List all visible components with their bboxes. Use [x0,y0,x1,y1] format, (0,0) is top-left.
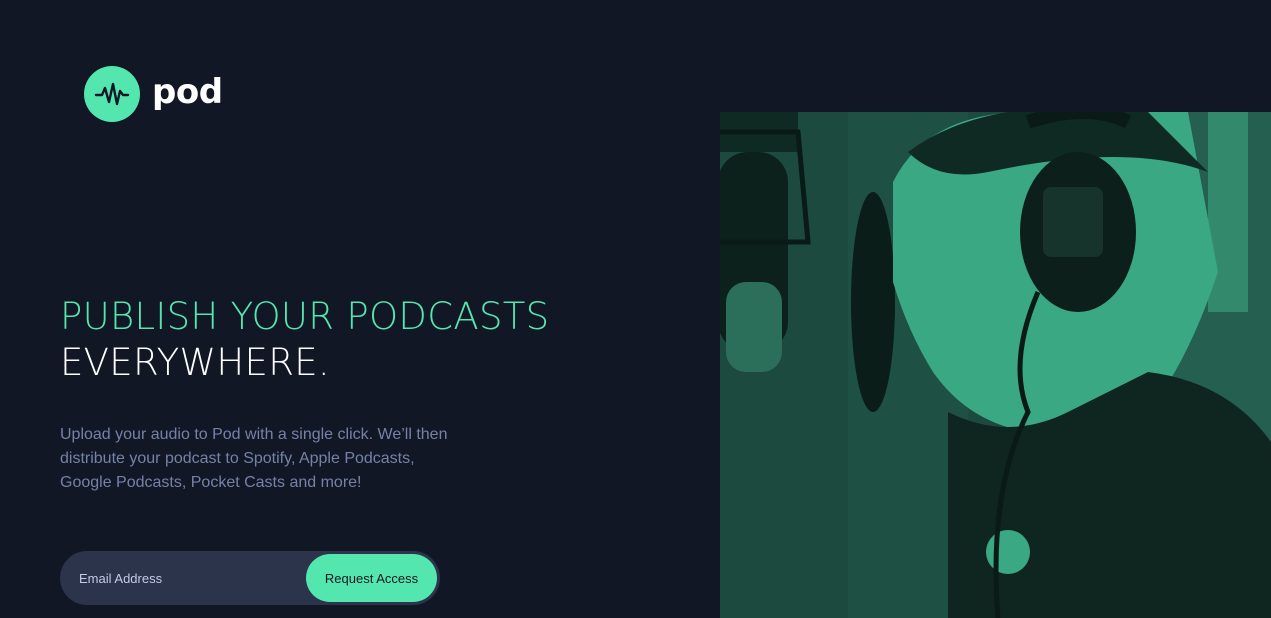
hero-description: Upload your audio to Pod with a single c… [60,426,448,491]
brand-name: pod [152,72,223,112]
hero-photo [720,112,1271,618]
waveform-icon [84,66,140,122]
headline-line-1: PUBLISH YOUR PODCASTS [60,295,550,338]
headline-line-2: EVERYWHERE. [60,341,330,384]
request-access-button[interactable]: Request Access [306,554,437,602]
email-input[interactable] [60,551,300,605]
signup-form: Request Access [60,551,440,605]
landing-page: pod PUBLISH YOUR PODCASTS EVERYWHERE. Up… [0,0,1271,618]
brand-logo[interactable]: pod [84,66,223,122]
hero-headline: PUBLISH YOUR PODCASTS EVERYWHERE. [60,294,549,386]
